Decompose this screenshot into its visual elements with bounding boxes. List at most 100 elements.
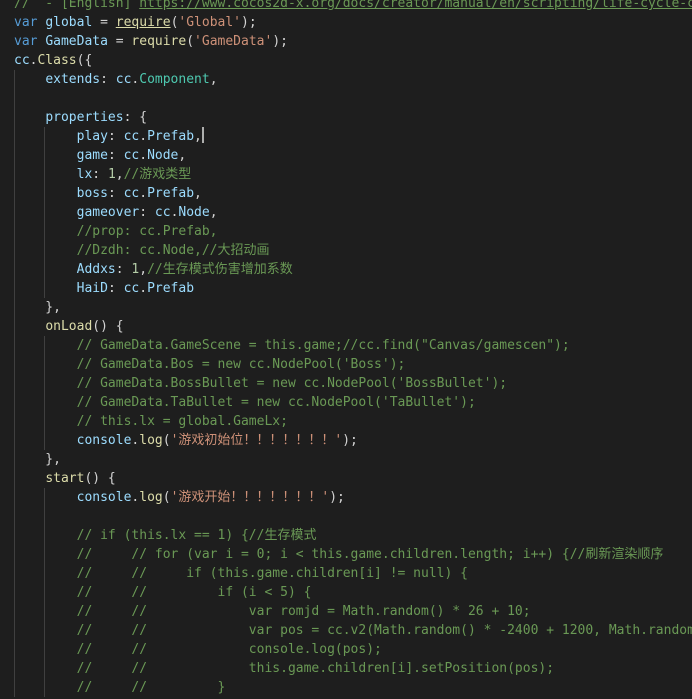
code-token: . (139, 186, 148, 201)
code-line[interactable]: HaiD: cc.Prefab (0, 279, 692, 298)
code-editor[interactable]: // - [English] https://www.cocos2d-x.org… (0, 0, 692, 699)
code-token: : (107, 186, 124, 201)
code-line[interactable]: onLoad() { (0, 317, 692, 336)
indent-guide (14, 507, 15, 526)
code-line[interactable]: console.log('游戏初始位！！！！！！！'); (0, 431, 692, 450)
code-token: properties (45, 110, 124, 125)
code-line[interactable]: // // for (var i = 0; i < this.game.chil… (0, 545, 692, 564)
code-comment: // this.lx = global.GameLx; (76, 414, 288, 429)
code-token: global (45, 15, 93, 30)
indent-guide (44, 279, 45, 298)
indent-guide (14, 241, 15, 260)
code-line[interactable]: // // console.log(pos); (0, 640, 692, 659)
code-line[interactable]: start() { (0, 469, 692, 488)
code-line[interactable]: var global = require('Global'); (0, 13, 692, 32)
indent-guide (14, 469, 15, 488)
code-line[interactable] (0, 507, 692, 526)
indent-guide (14, 146, 15, 165)
code-token: game (76, 148, 108, 163)
code-line[interactable]: // GameData.Bos = new cc.NodePool('Boss'… (0, 355, 692, 374)
code-comment: //Dzdh: cc.Node,//大招动画 (76, 243, 270, 258)
code-line[interactable]: // GameData.BossBullet = new cc.NodePool… (0, 374, 692, 393)
code-token: cc (123, 129, 140, 144)
code-comment: //游戏类型 (123, 167, 192, 182)
code-line[interactable]: // // if (i < 5) { (0, 583, 692, 602)
code-line[interactable]: //prop: cc.Prefab, (0, 222, 692, 241)
code-line[interactable]: var GameData = require('GameData'); (0, 32, 692, 51)
indent-guide (44, 222, 45, 241)
code-token: require (115, 15, 171, 30)
indent-guide (14, 431, 15, 450)
code-token: var (14, 15, 38, 30)
code-token: ); (329, 490, 345, 505)
code-line[interactable]: // // var pos = cc.v2(Math.random() * -2… (0, 621, 692, 640)
code-token: : (139, 205, 155, 220)
code-token: console (76, 490, 132, 505)
indent-guide (44, 431, 45, 450)
indent-guide (44, 526, 45, 545)
indent-guide (14, 70, 15, 89)
code-line[interactable]: // if (this.lx == 1) {//生存模式 (0, 526, 692, 545)
code-line[interactable]: }, (0, 450, 692, 469)
code-line[interactable] (0, 89, 692, 108)
code-line[interactable]: // // this.game.children[i].setPosition(… (0, 659, 692, 678)
code-line[interactable]: }, (0, 298, 692, 317)
code-token: , (194, 129, 202, 144)
indent-guide (14, 488, 15, 507)
indent-guide (44, 678, 45, 697)
code-token: , (178, 148, 187, 163)
code-line[interactable]: // // } (0, 678, 692, 697)
indent-guide (14, 127, 15, 146)
code-token: 'GameData' (194, 34, 273, 49)
code-line[interactable]: // this.lx = global.GameLx; (0, 412, 692, 431)
indent-guide (14, 108, 15, 127)
indent-guide (14, 412, 15, 431)
code-token: . (139, 148, 148, 163)
code-line[interactable]: game: cc.Node, (0, 146, 692, 165)
code-token: cc (123, 281, 140, 296)
code-line[interactable]: gameover: cc.Node, (0, 203, 692, 222)
indent-guide (44, 165, 45, 184)
code-line[interactable]: console.log('游戏开始！！！！！！！'); (0, 488, 692, 507)
code-line[interactable]: properties: { (0, 108, 692, 127)
code-comment: //prop: cc.Prefab, (76, 224, 218, 239)
indent-guide (44, 583, 45, 602)
code-line[interactable]: // // var romjd = Math.random() * 26 + 1… (0, 602, 692, 621)
code-line[interactable]: cc.Class({ (0, 51, 692, 70)
indent-guide (14, 526, 15, 545)
code-token: , (194, 186, 202, 201)
indent-guide (14, 203, 15, 222)
code-token: ( (162, 490, 171, 505)
indent-guide (14, 374, 15, 393)
code-line[interactable]: extends: cc.Component, (0, 70, 692, 89)
code-line[interactable]: // // if (this.game.children[i] != null)… (0, 564, 692, 583)
code-token: Node (147, 148, 179, 163)
code-token: cc (154, 205, 171, 220)
code-token: }, (14, 452, 61, 467)
code-token: '游戏初始位！！！！！！！' (170, 433, 343, 448)
indent-guide (14, 298, 15, 317)
indent-guide (44, 659, 45, 678)
indent-guide (44, 412, 45, 431)
code-line[interactable]: Addxs: 1,//生存模式伤害增加系数 (0, 260, 692, 279)
code-token: log (139, 490, 163, 505)
code-line[interactable]: lx: 1,//游戏类型 (0, 165, 692, 184)
code-line[interactable]: //Dzdh: cc.Node,//大招动画 (0, 241, 692, 260)
code-line[interactable]: // GameData.TaBullet = new cc.NodePool('… (0, 393, 692, 412)
code-line[interactable]: // GameData.GameScene = this.game;//cc.f… (0, 336, 692, 355)
code-token: HaiD (76, 281, 108, 296)
code-token: : (107, 129, 124, 144)
code-token: : { (123, 110, 148, 125)
code-line[interactable]: boss: cc.Prefab, (0, 184, 692, 203)
code-line[interactable]: // - [English] https://www.cocos2d-x.org… (0, 0, 692, 13)
code-token: }, (14, 300, 61, 315)
indent-guide (44, 355, 45, 374)
code-line[interactable]: play: cc.Prefab, (0, 127, 692, 146)
code-token: = (107, 34, 132, 49)
code-token: : (107, 281, 124, 296)
